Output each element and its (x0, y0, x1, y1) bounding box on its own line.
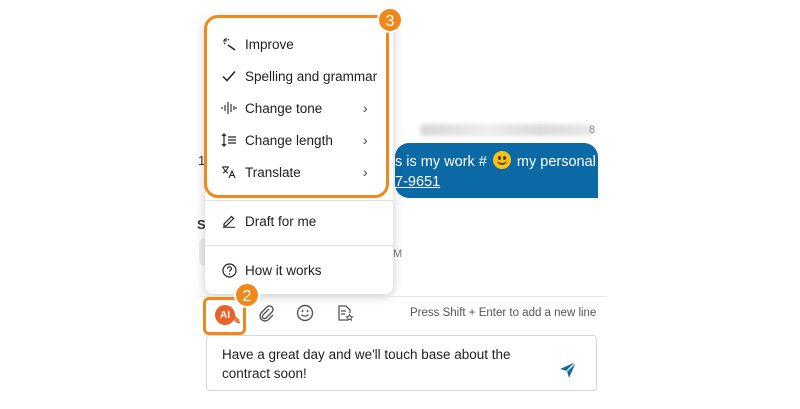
chevron-right-icon: › (363, 164, 368, 180)
magic-wand-icon (221, 36, 237, 52)
menu-item-label: Change length (245, 132, 333, 148)
menu-item-translate[interactable]: Translate › (205, 158, 393, 186)
emoji-button[interactable] (292, 302, 318, 328)
chevron-right-icon: › (363, 100, 368, 116)
message-composer[interactable]: Have a great day and we'll touch base ab… (206, 335, 597, 391)
menu-divider (205, 200, 393, 201)
emoji-icon (296, 304, 314, 327)
document-star-icon (336, 304, 354, 327)
chat-window: 8 1 S M s is my work # my personal 7-965… (0, 0, 800, 409)
templates-button[interactable] (332, 302, 358, 328)
send-icon (558, 361, 578, 384)
checkmark-icon (221, 68, 237, 84)
menu-item-how-it-works[interactable]: How it works (205, 256, 393, 284)
menu-item-draft-for-me[interactable]: Draft for me (205, 207, 393, 235)
menu-item-change-tone[interactable]: Change tone › (205, 94, 393, 122)
menu-item-label: Change tone (245, 100, 323, 116)
message-line: s is my work # my personal (395, 151, 596, 173)
outgoing-message-bubble: s is my work # my personal 7-9651 (395, 143, 598, 198)
help-circle-icon (221, 262, 237, 278)
menu-divider (205, 245, 393, 246)
blurred-sender-name (420, 124, 592, 136)
menu-item-label: How it works (245, 262, 322, 278)
composer-text[interactable]: Have a great day and we'll touch base ab… (222, 345, 542, 383)
menu-item-label: Spelling and grammar (245, 68, 378, 84)
menu-item-label: Translate (245, 164, 301, 180)
keyboard-hint: Press Shift + Enter to add a new line (410, 307, 597, 319)
sender-fragment: 8 (589, 124, 596, 136)
timestamp-fragment: M (393, 248, 403, 260)
menu-item-spelling-grammar[interactable]: Spelling and grammar (205, 62, 393, 90)
audio-wave-icon (221, 100, 237, 116)
ai-assist-button[interactable]: AI ✎ (212, 302, 241, 328)
ai-sparkle-icon: AI ✎ (215, 305, 241, 327)
ai-assist-menu: Improve Spelling and grammar Change tone… (205, 18, 393, 294)
toolbar-divider (199, 296, 607, 297)
menu-item-improve[interactable]: Improve (205, 30, 393, 58)
smiley-emoji-icon (492, 151, 511, 169)
phone-link[interactable]: 7-9651 (395, 172, 440, 193)
send-button[interactable] (558, 360, 578, 380)
menu-item-label: Draft for me (245, 213, 317, 229)
text-length-icon (221, 132, 237, 148)
paperclip-icon (257, 304, 275, 327)
step-badge-3: 3 (377, 7, 403, 33)
attach-button[interactable] (253, 302, 279, 328)
translate-icon (221, 164, 237, 180)
menu-item-label: Improve (245, 36, 294, 52)
menu-item-change-length[interactable]: Change length › (205, 126, 393, 154)
pencil-icon (221, 213, 237, 229)
chevron-right-icon: › (363, 132, 368, 148)
